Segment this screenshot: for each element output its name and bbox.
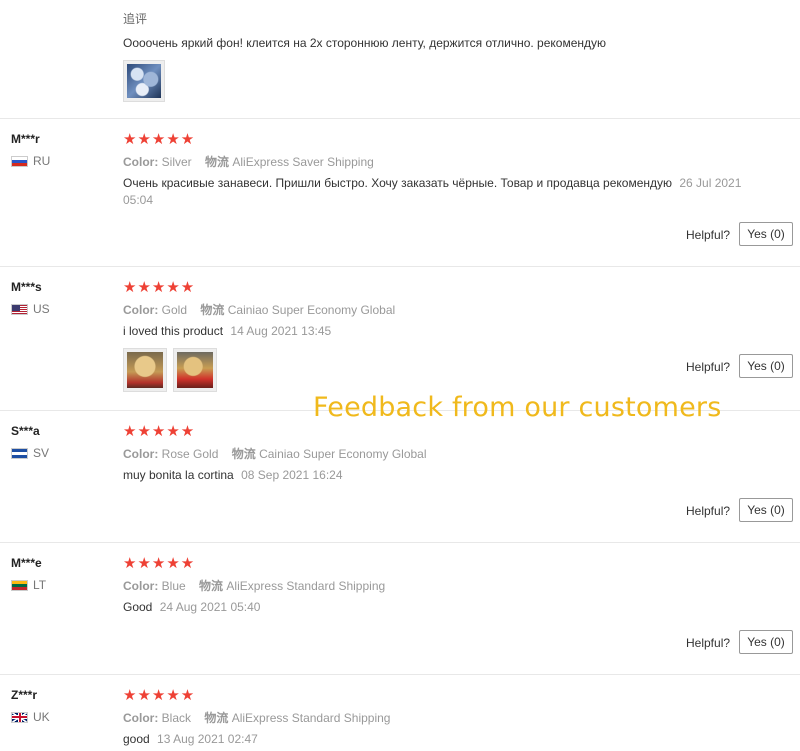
additional-feedback-text: Oooочень яркий фон! клеится на 2х сторон… bbox=[123, 36, 607, 50]
us-flag-icon bbox=[11, 303, 28, 315]
attribute-key: Color: bbox=[123, 155, 159, 169]
reviewer-country: LT bbox=[11, 578, 46, 592]
additional-feedback-label: 追评 bbox=[123, 12, 148, 26]
attribute-key: Color: bbox=[123, 711, 159, 725]
attribute-key: Color: bbox=[123, 579, 159, 593]
review-item: Z***r UK ★★★★★ Color: Black 物流 AliExpres… bbox=[0, 675, 800, 751]
shipping-value: Cainiao Super Economy Global bbox=[259, 447, 427, 461]
review-attributes: Color: Blue 物流 AliExpress Standard Shipp… bbox=[123, 577, 385, 594]
helpful-label: Helpful? bbox=[686, 228, 731, 242]
shipping-key: 物流 bbox=[205, 155, 230, 169]
helpful-yes-button[interactable]: Yes (0) bbox=[739, 630, 793, 654]
review-text: Good bbox=[123, 600, 153, 614]
shipping-key: 物流 bbox=[231, 447, 256, 461]
attribute-value: Rose Gold bbox=[161, 447, 219, 461]
previous-review-followup: 追评 Oooочень яркий фон! клеится на 2х сто… bbox=[0, 0, 800, 118]
review-attributes: Color: Black 物流 AliExpress Standard Ship… bbox=[123, 709, 390, 726]
attribute-value: Blue bbox=[161, 579, 186, 593]
reviewer-name: S***a bbox=[11, 424, 40, 438]
review-text: Очень красивые занавеси. Пришли быстро. … bbox=[123, 176, 672, 190]
review-item: M***e LT ★★★★★ Color: Blue 物流 AliExpress… bbox=[0, 543, 800, 674]
shipping-value: AliExpress Standard Shipping bbox=[226, 579, 386, 593]
helpful-label: Helpful? bbox=[686, 504, 731, 518]
review-body: good 13 Aug 2021 02:47 bbox=[123, 731, 763, 748]
shipping-value: AliExpress Saver Shipping bbox=[232, 155, 374, 169]
review-photo-thumbnail[interactable] bbox=[123, 60, 165, 102]
attribute-value: Black bbox=[161, 711, 192, 725]
country-code: UK bbox=[33, 710, 50, 724]
review-photo-thumbnail[interactable] bbox=[173, 348, 217, 392]
reviewer-name: M***r bbox=[11, 132, 40, 146]
reviewer-country: RU bbox=[11, 154, 50, 168]
shipping-key: 物流 bbox=[199, 579, 224, 593]
review-date: 08 Sep 2021 16:24 bbox=[241, 468, 343, 482]
country-code: SV bbox=[33, 446, 50, 460]
feedback-caption-overlay: Feedback from our customers bbox=[313, 392, 722, 423]
review-item: M***r RU ★★★★★ Color: Silver 物流 AliExpre… bbox=[0, 119, 800, 266]
helpful-label: Helpful? bbox=[686, 360, 731, 374]
attribute-value: Gold bbox=[161, 303, 188, 317]
review-date: 24 Aug 2021 05:40 bbox=[159, 600, 261, 614]
reviewer-name: M***s bbox=[11, 280, 42, 294]
star-rating: ★★★★★ bbox=[123, 279, 196, 296]
review-date: 13 Aug 2021 02:47 bbox=[157, 732, 258, 746]
helpful-label: Helpful? bbox=[686, 636, 731, 650]
star-rating: ★★★★★ bbox=[123, 687, 196, 704]
attribute-key: Color: bbox=[123, 447, 159, 461]
reviewer-country: UK bbox=[11, 710, 50, 724]
review-attributes: Color: Gold 物流 Cainiao Super Economy Glo… bbox=[123, 301, 395, 318]
review-attributes: Color: Rose Gold 物流 Cainiao Super Econom… bbox=[123, 445, 427, 462]
reviewer-country: US bbox=[11, 302, 50, 316]
review-text: i loved this product bbox=[123, 324, 224, 338]
review-photo-thumbnail[interactable] bbox=[123, 348, 167, 392]
shipping-key: 物流 bbox=[200, 303, 225, 317]
review-body: muy bonita la cortina 08 Sep 2021 16:24 bbox=[123, 467, 763, 484]
star-rating: ★★★★★ bbox=[123, 423, 196, 440]
attribute-key: Color: bbox=[123, 303, 159, 317]
review-body: i loved this product 14 Aug 2021 13:45 bbox=[123, 323, 763, 340]
review-date: 14 Aug 2021 13:45 bbox=[230, 324, 332, 338]
country-code: RU bbox=[33, 154, 51, 168]
reviewer-name: M***e bbox=[11, 556, 42, 570]
star-rating: ★★★★★ bbox=[123, 555, 196, 572]
review-item: S***a SV ★★★★★ Color: Rose Gold 物流 Caini… bbox=[0, 411, 800, 542]
review-body: Очень красивые занавеси. Пришли быстро. … bbox=[123, 175, 763, 209]
lt-flag-icon bbox=[11, 579, 28, 591]
review-text: muy bonita la cortina bbox=[123, 468, 234, 482]
attribute-value: Silver bbox=[161, 155, 192, 169]
shipping-key: 物流 bbox=[204, 711, 229, 725]
reviewer-country: SV bbox=[11, 446, 49, 460]
ru-flag-icon bbox=[11, 155, 28, 167]
helpful-yes-button[interactable]: Yes (0) bbox=[739, 354, 793, 378]
helpful-yes-button[interactable]: Yes (0) bbox=[739, 222, 793, 246]
shipping-value: Cainiao Super Economy Global bbox=[227, 303, 396, 317]
shipping-value: AliExpress Standard Shipping bbox=[231, 711, 391, 725]
review-body: Good 24 Aug 2021 05:40 bbox=[123, 599, 763, 616]
country-code: LT bbox=[33, 578, 47, 592]
review-item: M***s US ★★★★★ Color: Gold 物流 Cainiao Su… bbox=[0, 267, 800, 410]
star-rating: ★★★★★ bbox=[123, 131, 196, 148]
country-code: US bbox=[33, 302, 50, 316]
sv-flag-icon bbox=[11, 447, 28, 459]
helpful-yes-button[interactable]: Yes (0) bbox=[739, 498, 793, 522]
reviewer-name: Z***r bbox=[11, 688, 38, 702]
review-attributes: Color: Silver 物流 AliExpress Saver Shippi… bbox=[123, 153, 374, 170]
review-text: good bbox=[123, 732, 150, 746]
uk-flag-icon bbox=[11, 711, 28, 723]
